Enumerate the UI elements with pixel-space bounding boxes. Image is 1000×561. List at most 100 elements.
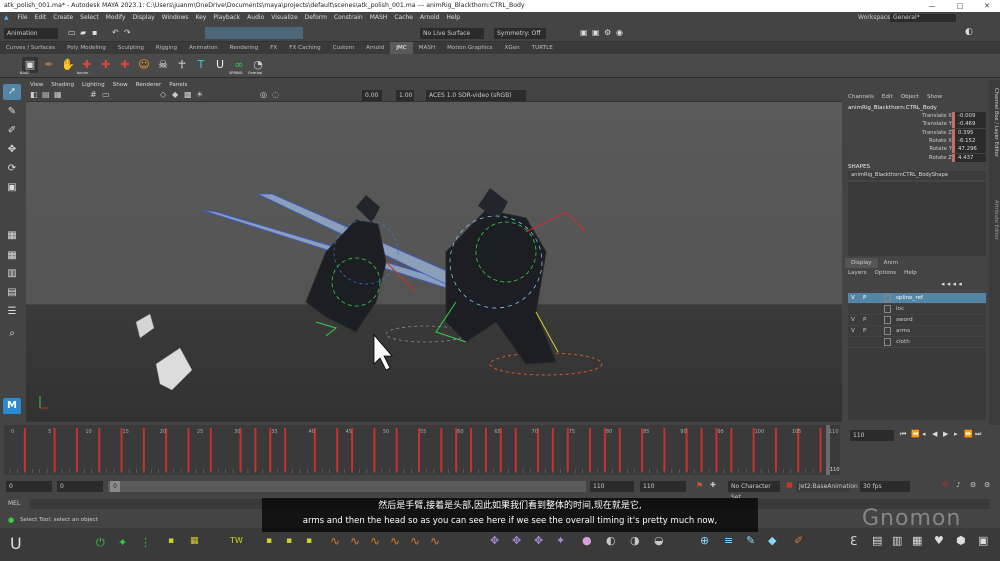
graph-editor-icon[interactable]: ▤ (872, 534, 882, 547)
go-to-end-icon[interactable]: ⏭ (975, 430, 981, 439)
auto-key-icon[interactable]: ⚑ (696, 481, 703, 490)
motion-trail-icon[interactable]: ◒ (654, 534, 664, 547)
debris-pieces[interactable] (135, 313, 193, 391)
pencil-icon[interactable]: ✐ (794, 534, 803, 547)
menu-help[interactable]: Help (446, 14, 460, 21)
gamma-field[interactable]: 1.00 (396, 90, 414, 101)
menu-windows[interactable]: Windows (162, 14, 189, 21)
smooth-shade-icon[interactable]: ◆ (172, 90, 178, 99)
menu-arnold[interactable]: Arnold (420, 14, 439, 21)
time-slider-options-icon[interactable]: ⚙ (984, 481, 990, 489)
keyframe-marker[interactable] (440, 428, 443, 472)
layer-tab-anim[interactable]: Anim (878, 258, 904, 268)
keyframe-marker[interactable] (551, 428, 554, 472)
rotate-tool-icon[interactable]: ⟳ (3, 161, 21, 177)
undo-icon[interactable]: ↶ (112, 28, 119, 37)
bookmarks-icon[interactable]: ▤ (42, 90, 50, 99)
channel-value[interactable]: -0.009 (952, 112, 986, 120)
attribute-editor-side-tab[interactable]: Attribute Editor (990, 200, 999, 270)
camera-attributes-icon[interactable]: ◧ (30, 90, 38, 99)
smiley-icon[interactable]: ☺ (136, 57, 152, 73)
layer-row[interactable]: cloth (848, 337, 986, 347)
key-all-icon[interactable]: ▦ (190, 536, 199, 546)
close-button[interactable]: ✕ (975, 0, 999, 12)
keyframe-marker[interactable] (142, 428, 145, 472)
shelf-tab-sculpting[interactable]: Sculpting (112, 42, 150, 54)
epsilon-icon[interactable]: ℇ (850, 534, 857, 548)
layer-menu-layers[interactable]: Layers (848, 270, 867, 276)
play-forwards-icon[interactable]: ▶ (943, 430, 948, 438)
grid-icon[interactable]: # (90, 90, 97, 99)
keyframe-marker[interactable] (484, 428, 487, 472)
layer-name[interactable]: loc (896, 304, 904, 314)
selection-set-icon[interactable]: ✥ (490, 534, 499, 547)
menu-playback[interactable]: Playback (213, 14, 240, 21)
menu-visualize[interactable]: Visualize (271, 14, 297, 21)
go-to-start-icon[interactable]: ⏮ (900, 430, 906, 439)
render-settings-icon[interactable]: ⚙ (604, 28, 611, 37)
user-account-icon[interactable]: ◐ (965, 27, 973, 37)
scale-tool-icon[interactable]: ▣ (3, 180, 21, 196)
menu-cache[interactable]: Cache (394, 14, 413, 21)
menu-u-icon[interactable]: U (10, 534, 22, 553)
shape-name[interactable]: animRig_BlackthornCTRL_BodyShape (848, 171, 986, 180)
hand-icon[interactable]: ✋ (60, 57, 76, 73)
channel-box-menu-edit[interactable]: Edit (882, 94, 893, 100)
layer-tab-display[interactable]: Display (845, 258, 878, 268)
start-time-field[interactable]: 0 (6, 481, 52, 492)
lighting-icon[interactable]: ☀ (196, 90, 203, 99)
keyframe-marker[interactable] (774, 428, 777, 472)
stick-figure-icon[interactable]: ☥ (174, 57, 190, 73)
keyframe-marker[interactable] (98, 428, 101, 472)
layer-row[interactable]: V Psword (848, 315, 986, 325)
channel-value[interactable]: 4.437 (952, 153, 986, 162)
step-back-frame-icon[interactable]: ◂ (922, 430, 926, 438)
new-layer-icon[interactable]: ◂ (953, 280, 957, 288)
viewport-menu-view[interactable]: View (30, 82, 43, 88)
two-panel-layout-icon[interactable]: ▥ (3, 266, 21, 282)
red-character-icon-2[interactable]: ✚ (98, 57, 114, 73)
shelf-tab-custom[interactable]: Custom (327, 42, 360, 54)
channel-row[interactable]: Rotate Z 4.437 (845, 153, 988, 162)
move-tool-icon[interactable]: ✥ (3, 142, 21, 158)
menu-file[interactable]: File (18, 14, 28, 21)
shelf-tab-arnold[interactable]: Arnold (360, 42, 390, 54)
trax-icon[interactable]: ▦ (912, 534, 922, 547)
curve-stepped-icon[interactable]: ∿ (410, 534, 420, 548)
layer-row[interactable]: V Parms (848, 326, 986, 336)
render-icon[interactable]: ▣ (580, 28, 588, 37)
range-slider[interactable]: 0 (108, 481, 586, 492)
keyframe-marker[interactable] (23, 428, 26, 472)
shelf-tab-rigging[interactable]: Rigging (150, 42, 183, 54)
channel-box-menu-channels[interactable]: Channels (848, 94, 874, 100)
search-icon[interactable]: ⌕ (3, 326, 21, 342)
time-slider[interactable]: 0 5 10 15 20 25 30 35 40 45 50 55 60 65 70 75 80 85 90 95 10… (4, 425, 840, 475)
red-character-icon-3[interactable]: ✚ (117, 57, 133, 73)
layer-row[interactable]: loc (848, 304, 986, 314)
keyframe-marker[interactable] (663, 428, 666, 472)
playback-settings-icon[interactable]: ⚙ (970, 481, 976, 489)
anim-layer-field[interactable]: Jet2:BaseAnimation (796, 481, 858, 492)
layer-name[interactable]: spline_ref (896, 293, 923, 303)
shelf-tab-xgen[interactable]: XGen (499, 42, 526, 54)
shelf-tab-fx[interactable]: FX (264, 42, 283, 54)
film-gate-icon[interactable]: ▭ (102, 90, 110, 99)
layer-row[interactable]: V Pspline_ref (848, 293, 986, 303)
channel-box-menu-show[interactable]: Show (927, 94, 942, 100)
maximize-button[interactable]: □ (948, 0, 972, 12)
outliner-layout-icon[interactable]: ▤ (3, 285, 21, 301)
t-pose-icon[interactable]: T (193, 57, 209, 73)
shelf-tab-mash[interactable]: MASH (413, 42, 441, 54)
curve-flat-icon[interactable]: ∿ (430, 534, 440, 548)
pose-icon[interactable]: ✥ (512, 534, 521, 547)
keyframe-marker[interactable] (75, 428, 78, 472)
keyframe-marker[interactable] (284, 428, 287, 472)
menu-mash[interactable]: MASH (370, 14, 388, 21)
exposure-field[interactable]: 0.00 (362, 90, 382, 101)
time-slider-canvas[interactable]: 0 5 10 15 20 25 30 35 40 45 50 55 60 65 70 75 80 85 90 95 10… (4, 425, 840, 475)
key-1-icon[interactable]: ▪ (266, 536, 272, 546)
channel-row[interactable]: Rotate X -6.152 (845, 136, 988, 145)
key-3-icon[interactable]: ▪ (306, 536, 312, 546)
key-2-icon[interactable]: ▪ (286, 536, 292, 546)
layer-name[interactable]: sword (896, 315, 913, 325)
